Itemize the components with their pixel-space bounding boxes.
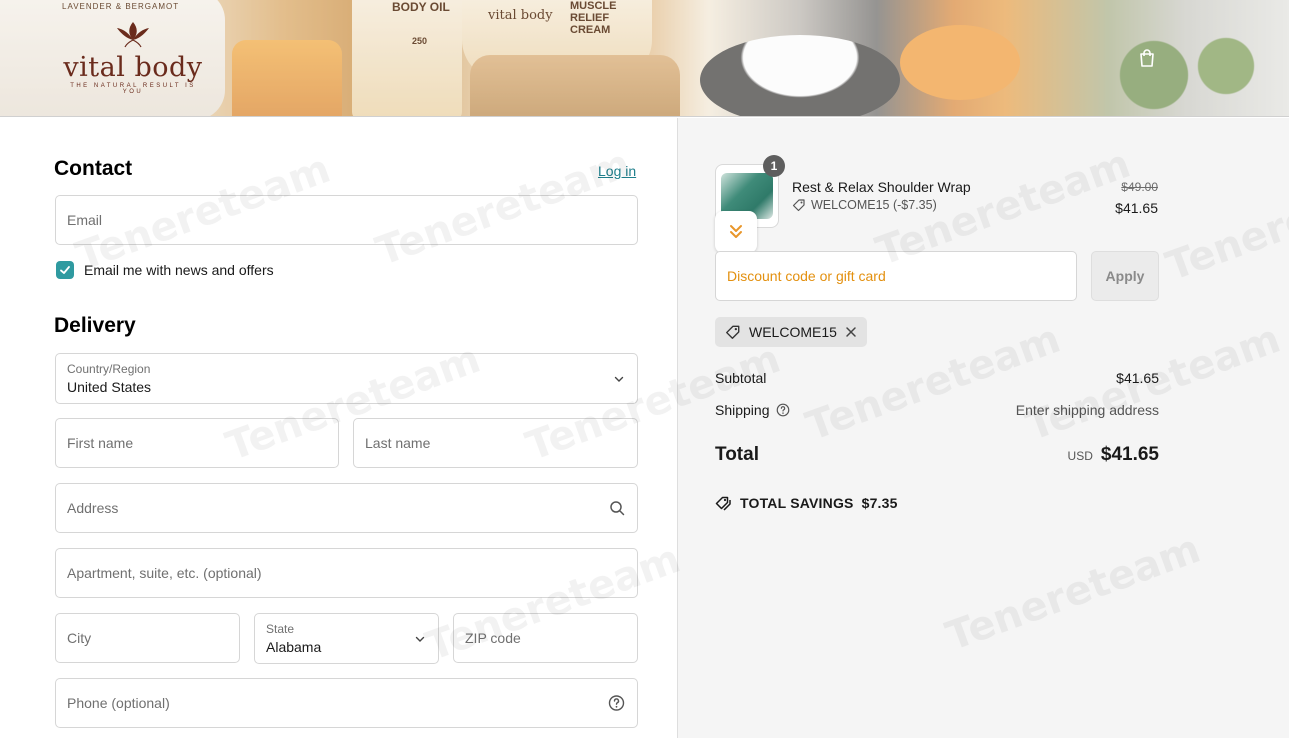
shopping-bag-icon (1140, 49, 1154, 67)
shipping-value: Enter shipping address (1015, 402, 1159, 418)
remove-discount-button[interactable] (845, 326, 857, 338)
country-select[interactable]: Country/Region United States (55, 353, 638, 404)
banner-label: BODY OIL (392, 0, 450, 14)
checkout-form: Contact Log in Email Email me with news … (0, 118, 677, 738)
phone-placeholder: Phone (optional) (67, 695, 170, 711)
total-value: $41.65 (1100, 444, 1159, 465)
tags-icon (715, 496, 731, 511)
shipping-row: Shipping Enter shipping address (715, 402, 1159, 418)
last-name-placeholder: Last name (365, 435, 431, 451)
delivery-title: Delivery (54, 314, 136, 337)
subtotal-row: Subtotal $41.65 (715, 370, 1159, 386)
phone-field[interactable]: Phone (optional) (55, 678, 638, 728)
banner-label: MUSCLE RELIEF CREAM (570, 0, 617, 36)
product-name: Rest & Relax Shoulder Wrap (792, 179, 971, 195)
help-circle-icon[interactable] (608, 695, 625, 712)
total-label: Total (715, 444, 759, 465)
banner-label: vital body (488, 8, 553, 23)
double-chevron-down-icon (730, 225, 742, 238)
discount-code-placeholder: Discount code or gift card (727, 268, 886, 284)
city-field[interactable]: City (55, 613, 240, 663)
currency-code: USD (1067, 449, 1093, 463)
order-summary: 1 Rest & Relax Shoulder Wrap WELCOME15 (… (677, 118, 1289, 738)
first-name-placeholder: First name (67, 435, 134, 451)
expand-summary-tab[interactable] (715, 211, 757, 253)
email-placeholder: Email (67, 212, 103, 228)
address-placeholder: Address (67, 500, 119, 516)
apartment-field[interactable]: Apartment, suite, etc. (optional) (55, 548, 638, 598)
product-discount-text: WELCOME15 (-$7.35) (811, 198, 937, 212)
shipping-label: Shipping (715, 402, 770, 418)
cart-button[interactable] (1133, 44, 1161, 72)
original-price: $49.00 (1121, 180, 1158, 194)
state-select[interactable]: State Alabama (254, 613, 439, 664)
email-field[interactable]: Email (55, 195, 638, 245)
banner-label: LAVENDER & BERGAMOT (62, 2, 180, 11)
country-label: Country/Region (67, 362, 151, 376)
address-field[interactable]: Address (55, 483, 638, 533)
quantity-badge: 1 (763, 155, 785, 177)
state-value: Alabama (266, 639, 322, 655)
apartment-placeholder: Apartment, suite, etc. (optional) (67, 565, 262, 581)
newsletter-checkbox-row[interactable]: Email me with news and offers (56, 261, 274, 279)
state-label: State (266, 622, 295, 636)
first-name-field[interactable]: First name (55, 418, 339, 468)
lotus-icon (117, 22, 149, 48)
tag-icon (792, 199, 805, 212)
subtotal-value: $41.65 (1116, 370, 1159, 386)
close-icon (846, 327, 856, 337)
brand-logo[interactable]: vital body THE NATURAL RESULT IS YOU (58, 20, 208, 95)
item-price: $41.65 (1115, 200, 1158, 216)
chevron-down-icon (415, 636, 425, 642)
newsletter-checkbox[interactable] (56, 261, 74, 279)
header-banner: LAVENDER & BERGAMOT BODY OIL vital body … (0, 0, 1289, 117)
brand-name: vital body (63, 52, 203, 83)
country-value: United States (67, 379, 152, 395)
apply-discount-button[interactable]: Apply (1091, 251, 1159, 301)
contact-title: Contact (54, 157, 133, 180)
help-circle-icon[interactable] (776, 403, 790, 417)
last-name-field[interactable]: Last name (353, 418, 638, 468)
applied-discount-chip: WELCOME15 (715, 317, 867, 347)
product-discount: WELCOME15 (-$7.35) (792, 198, 937, 212)
savings-label: TOTAL SAVINGS (740, 495, 854, 511)
discount-code-input[interactable]: Discount code or gift card (715, 251, 1077, 301)
brand-tagline: THE NATURAL RESULT IS YOU (70, 83, 196, 95)
checkmark-icon (60, 266, 70, 274)
applied-code-text: WELCOME15 (749, 324, 837, 340)
zip-field[interactable]: ZIP code (453, 613, 638, 663)
savings-value: $7.35 (861, 495, 898, 511)
total-savings: TOTAL SAVINGS $7.35 (715, 495, 898, 511)
total-row: Total USD $41.65 (715, 444, 1159, 466)
zip-placeholder: ZIP code (465, 630, 521, 646)
banner-label: 250 (412, 36, 428, 46)
newsletter-label: Email me with news and offers (84, 262, 274, 278)
tag-icon (726, 325, 740, 339)
subtotal-label: Subtotal (715, 370, 767, 386)
city-placeholder: City (67, 630, 92, 646)
chevron-down-icon (614, 376, 624, 382)
login-link[interactable]: Log in (598, 163, 636, 179)
search-icon[interactable] (609, 500, 625, 516)
